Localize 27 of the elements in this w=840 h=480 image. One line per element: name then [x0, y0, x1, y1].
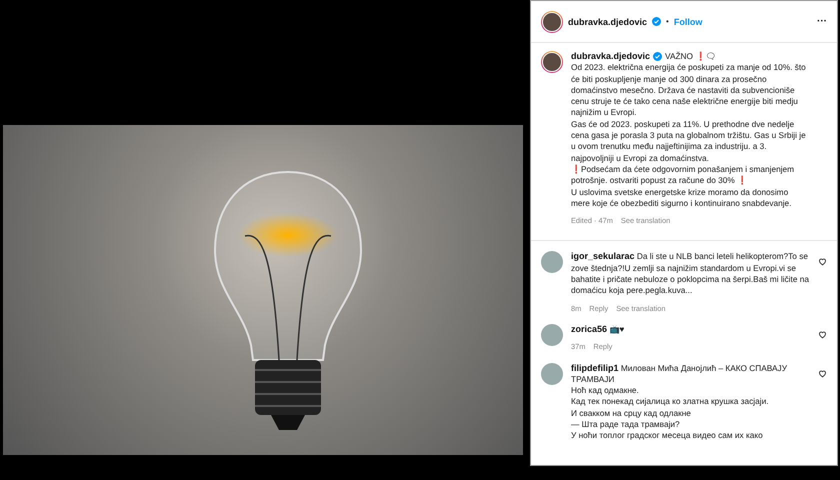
heart-icon[interactable]: [818, 330, 827, 339]
username-link[interactable]: filipdefilip1: [571, 362, 619, 373]
comment-text: filipdefilip1 Милован Мића Данојлић – КАКО СПАВАЈУ ТРАМВАЈИ: [571, 362, 788, 386]
comment-text: Кад тек понекад сијалица ко златна крушка засјаји.: [571, 396, 770, 408]
more-options-button[interactable]: ···: [817, 16, 827, 27]
separator-dot: •: [666, 17, 669, 26]
username-link[interactable]: dubravka.djedovic: [571, 51, 650, 62]
username-link[interactable]: dubravka.djedovic: [568, 16, 648, 26]
caption-paragraph: U uslovima svetske energetske krize moramo da donosimo mere koje će obezbediti sigurno i kontinuirano snabdevanje.: [571, 186, 792, 210]
comment-text: Ноћ кад одмакне.: [571, 385, 640, 396]
comment-text: igor_sekularac Da li ste u NLB banci leteli helikopterom?To se zove štednja?!U zemlji sa najnižim standardom u Evropi.vi se bahatite i pričate nebuloze o poklopcima na šerpi.Baš mi ličite na domaćicu koja pere.pegla.kuva...: [571, 251, 810, 297]
comment-text: zorica56 📺♥: [571, 324, 626, 336]
username-link[interactable]: zorica56: [571, 324, 608, 334]
heart-icon[interactable]: [818, 368, 827, 378]
verified-badge-icon: [652, 17, 662, 26]
verified-badge-icon: [653, 52, 662, 62]
comment-text: У ноћи топлог градског месеца видео сам их како: [571, 430, 764, 442]
caption-paragraph: Gas će od 2023. poskupeti za 11%. U prethodne dve nedelje cena gasa je porasla 3 puta na globalnom tržištu. Gas u Srbiji je u ovom trenutku među najjeftinijima za industriju. a 3. najpovoljniji u Evropi za domaćinstva.: [571, 118, 807, 164]
heart-icon[interactable]: [818, 257, 827, 266]
caption-headline: VAŽNO ❗🗨: [665, 51, 716, 62]
username-link[interactable]: igor_sekularac: [571, 251, 635, 262]
comment-text: — Шта раде тада трамваји?: [571, 419, 681, 430]
caption-paragraph: ❗Podsećam da ćete odgovornim ponašanjem i smanjenjem potrošnje. ostvariti popust za račune do 30% ❗: [571, 164, 796, 187]
avatar-icon[interactable]: [541, 51, 563, 73]
comment-text: И свакком на срцу кад одлакне: [571, 408, 692, 420]
avatar-icon[interactable]: [541, 10, 563, 32]
caption-paragraph: Od 2023. električna energija će poskupeti za manje od 10%. što će biti poskupljenje manje od 300 dinara za prosečno domaćinstvo mesečno. Država će nastaviti da subvencioniše cenu struje te će tako cena naše električne energije biti medju najnižim u Evropi.: [571, 62, 807, 119]
